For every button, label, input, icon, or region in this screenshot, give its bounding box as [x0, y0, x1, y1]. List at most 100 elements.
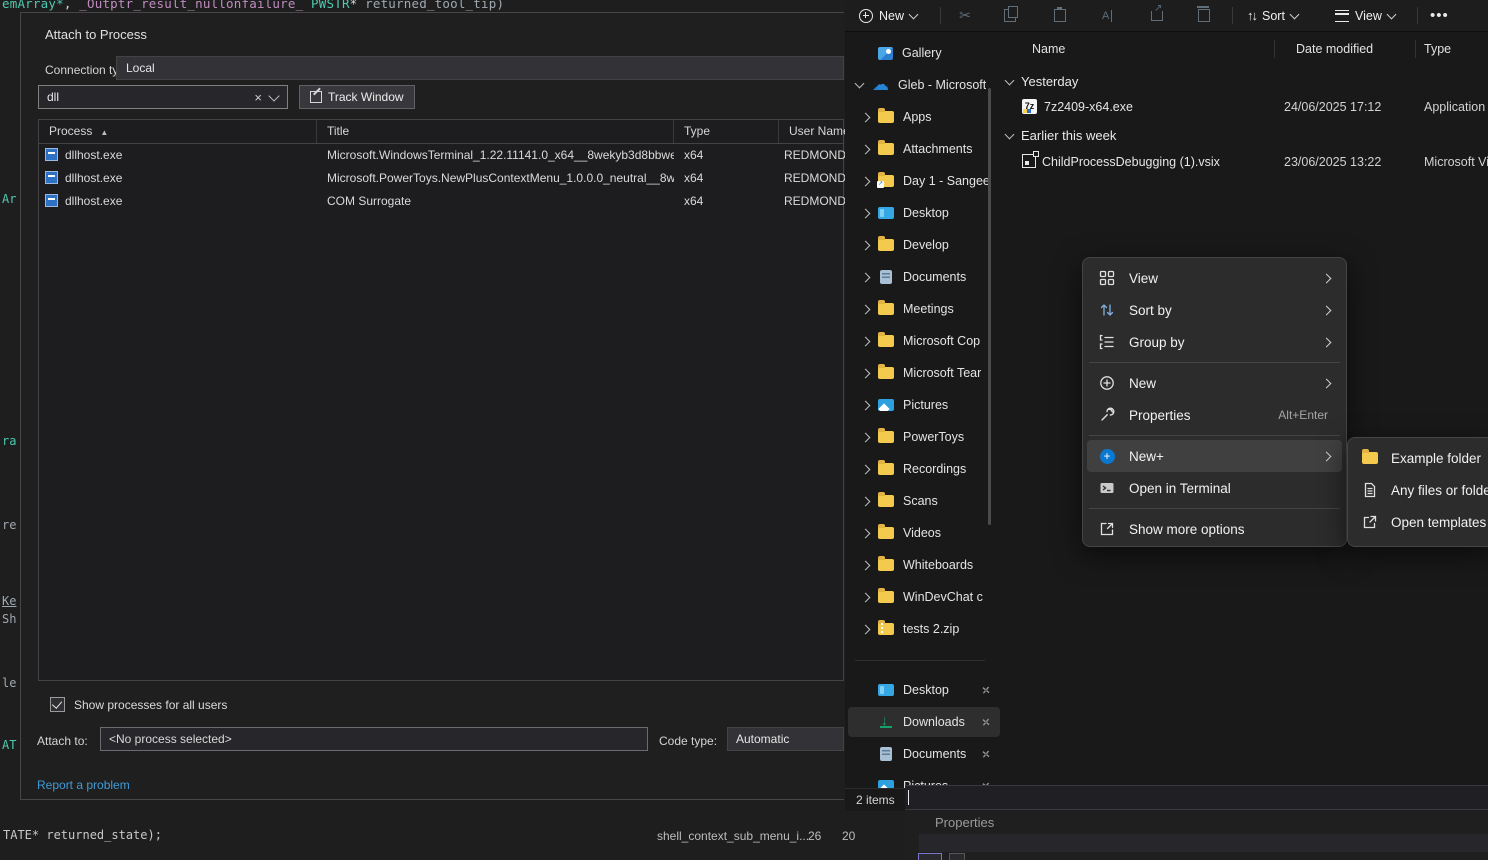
properties-toolbar-button[interactable]	[949, 853, 965, 860]
paste-button[interactable]	[1054, 0, 1066, 31]
menu-item-view[interactable]: View	[1087, 262, 1342, 294]
process-icon	[45, 148, 58, 161]
sidebar-scrollbar[interactable]	[988, 88, 991, 525]
sidebar-item-desktop[interactable]: Desktop	[848, 198, 1000, 228]
pictures-icon	[878, 399, 894, 411]
process-icon	[45, 171, 58, 184]
cut-button[interactable]: ✂	[957, 0, 973, 31]
sidebar-pinned-documents[interactable]: Documents✛	[848, 739, 1000, 769]
column-divider[interactable]	[1415, 40, 1416, 58]
sidebar-item-recordings[interactable]: Recordings	[848, 454, 1000, 484]
menu-item-new[interactable]: New	[1087, 367, 1342, 399]
report-a-problem-link[interactable]: Report a problem	[37, 778, 130, 792]
column-header-title[interactable]: Title	[317, 120, 674, 143]
properties-toolbar	[919, 834, 1488, 852]
sidebar-item-develop[interactable]: Develop	[848, 230, 1000, 260]
show-all-users-checkbox[interactable]	[50, 697, 65, 712]
column-header-user[interactable]: User Name	[779, 120, 845, 143]
see-more-button[interactable]: •••	[1430, 0, 1449, 31]
file-row-vsix[interactable]: ChildProcessDebugging (1).vsix 23/06/202…	[1000, 150, 1488, 174]
document-icon	[880, 747, 892, 761]
sidebar-pinned-downloads[interactable]: Downloads✛	[848, 707, 1000, 737]
menu-item-properties[interactable]: Properties Alt+Enter	[1087, 399, 1342, 431]
sidebar-item-pictures[interactable]: Pictures	[848, 390, 1000, 420]
menu-item-sort-by[interactable]: Sort by	[1087, 294, 1342, 326]
attach-to-process-dialog: Attach to Process Connection type: Local…	[20, 12, 844, 800]
new-button[interactable]: New	[859, 0, 917, 31]
sidebar-item-windevchat[interactable]: WinDevChat c	[848, 582, 1000, 612]
shortcut-label: Alt+Enter	[1278, 408, 1328, 422]
toolbar-divider	[1417, 7, 1418, 24]
more-icon: •••	[1430, 7, 1449, 24]
chevron-down-icon	[909, 9, 919, 19]
gallery-icon	[878, 47, 893, 60]
share-button[interactable]	[1151, 0, 1163, 31]
menu-item-open-in-terminal[interactable]: Open in Terminal	[1087, 472, 1342, 504]
table-row[interactable]: dllhost.exe Microsoft.WindowsTerminal_1.…	[39, 144, 843, 167]
menu-item-new-plus[interactable]: + New+	[1087, 440, 1342, 472]
sidebar-item-microsoft-tear[interactable]: Microsoft Tear	[848, 358, 1000, 388]
clear-filter-icon[interactable]: ×	[248, 90, 268, 105]
code-type-select[interactable]: Automatic	[727, 727, 844, 751]
table-row[interactable]: dllhost.exe COM Surrogate x64 REDMOND	[39, 190, 843, 213]
folder-icon	[878, 367, 894, 379]
delete-button[interactable]	[1198, 0, 1210, 31]
onedrive-cloud-icon: ☁	[872, 80, 889, 90]
share-icon	[1151, 11, 1163, 21]
menu-item-show-more-options[interactable]: Show more options	[1087, 513, 1342, 545]
sidebar-item-onedrive[interactable]: ☁ Gleb - Microsoft	[848, 70, 1000, 100]
submenu-item-open-templates[interactable]: Open templates	[1352, 506, 1488, 538]
sidebar-item-scans[interactable]: Scans	[848, 486, 1000, 516]
context-menu: View Sort by Group by New Properties Alt…	[1082, 257, 1347, 547]
item-count: 2 items	[856, 793, 895, 807]
column-header-type[interactable]: Type	[674, 120, 779, 143]
sidebar-item-documents[interactable]: Documents	[848, 262, 1000, 292]
view-button[interactable]: View	[1335, 0, 1395, 31]
sort-button[interactable]: ↑↓ Sort	[1247, 0, 1298, 31]
sidebar-item-whiteboards[interactable]: Whiteboards	[848, 550, 1000, 580]
column-header-type[interactable]: Type	[1424, 38, 1451, 60]
menu-item-group-by[interactable]: Group by	[1087, 326, 1342, 358]
menu-separator	[1089, 362, 1340, 363]
group-header-yesterday[interactable]: Yesterday	[1006, 70, 1078, 92]
sidebar-item-powertoys[interactable]: PowerToys	[848, 422, 1000, 452]
terminal-icon	[1099, 480, 1115, 496]
column-header-process[interactable]: Process▲	[39, 120, 317, 143]
new-plus-submenu: Example folder Any files or folde Open t…	[1347, 437, 1488, 547]
column-header-date-modified[interactable]: Date modified	[1296, 38, 1373, 60]
text-caret	[908, 790, 909, 805]
sidebar-item-meetings[interactable]: Meetings	[848, 294, 1000, 324]
pin-icon: ✛	[978, 682, 993, 698]
sidebar-item-gallery[interactable]: Gallery	[848, 38, 1000, 68]
attach-to-field[interactable]: <No process selected>	[100, 727, 648, 751]
submenu-item-example-folder[interactable]: Example folder	[1352, 442, 1488, 474]
properties-toolbar-button[interactable]	[918, 853, 942, 860]
rename-button[interactable]: A	[1102, 0, 1112, 31]
sidebar-item-apps[interactable]: Apps	[848, 102, 1000, 132]
table-row[interactable]: dllhost.exe Microsoft.PowerToys.NewPlusC…	[39, 167, 843, 190]
sidebar-item-attachments[interactable]: Attachments	[848, 134, 1000, 164]
chevron-down-icon[interactable]	[855, 79, 865, 89]
submenu-item-any-files[interactable]: Any files or folde	[1352, 474, 1488, 506]
sidebar-item-microsoft-cop[interactable]: Microsoft Cop	[848, 326, 1000, 356]
group-header-earlier-this-week[interactable]: Earlier this week	[1006, 124, 1116, 146]
sidebar-pinned-desktop[interactable]: Desktop✛	[848, 675, 1000, 705]
folder-icon	[878, 335, 894, 347]
process-filter-input[interactable]: dll ×	[38, 85, 288, 109]
plus-circle-icon	[1099, 375, 1115, 391]
sidebar-item-videos[interactable]: Videos	[848, 518, 1000, 548]
connection-type-select[interactable]: Local	[116, 56, 844, 80]
sidebar-item-day1[interactable]: Day 1 - Sangee	[848, 166, 1000, 196]
column-divider[interactable]	[1274, 40, 1275, 58]
downloads-icon	[878, 715, 894, 729]
sort-arrows-icon: ↑↓	[1247, 8, 1256, 23]
menu-separator	[1089, 508, 1340, 509]
track-window-button[interactable]: Track Window	[299, 85, 415, 109]
7zip-app-icon: 7z	[1022, 99, 1037, 114]
copy-button[interactable]	[1004, 0, 1016, 31]
column-header-name[interactable]: Name	[1032, 38, 1065, 60]
file-row-7z[interactable]: 7z 7z2409-x64.exe 24/06/2025 17:12 Appli…	[1000, 95, 1488, 119]
properties-search-box[interactable]	[905, 786, 1488, 810]
chevron-down-icon[interactable]	[268, 90, 279, 101]
sidebar-item-tests-zip[interactable]: tests 2.zip	[848, 614, 1000, 644]
